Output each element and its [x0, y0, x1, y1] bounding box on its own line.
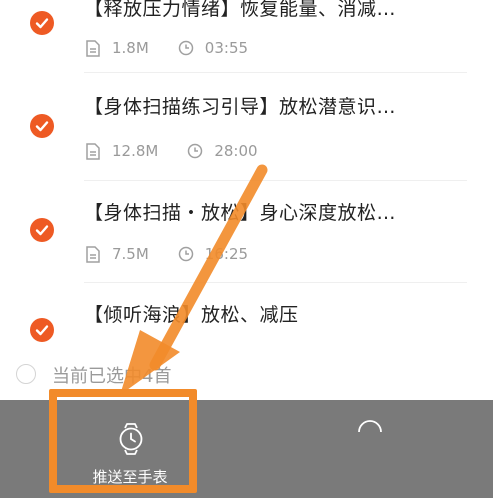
track-item[interactable]: 【释放压力情绪】恢复能量、消减… 1.8M 03:55 [0, 0, 493, 92]
track-meta: 12.8M 28:00 [84, 142, 258, 160]
file-icon [84, 142, 102, 160]
selection-status: 当前已选中4首 [52, 366, 172, 387]
track-title: 【身体扫描练习引导】放松潜意识… [84, 96, 397, 118]
clock-icon [177, 245, 195, 263]
clock-icon [177, 39, 195, 57]
push-to-watch-label: 推送至手表 [92, 468, 168, 486]
track-title: 【释放压力情绪】恢复能量、消减… [84, 0, 397, 20]
track-duration: 16:25 [204, 245, 249, 263]
check-circle-icon[interactable] [30, 318, 54, 342]
select-all-row[interactable]: 当前已选中4首 [0, 352, 493, 400]
track-duration: 28:00 [214, 142, 258, 160]
track-item[interactable]: 【身体扫描练习引导】放松潜意识… 12.8M 28:00 [0, 80, 493, 190]
track-meta: 1.8M 03:55 [84, 39, 248, 57]
track-size: 7.5M [112, 245, 149, 263]
divider [84, 282, 467, 283]
track-meta: 7.5M 16:25 [84, 245, 248, 263]
track-title: 【倾听海浪】放松、减压 [84, 304, 299, 326]
divider [84, 72, 467, 73]
track-title: 【身体扫描・放松】身心深度放松… [84, 202, 397, 224]
check-circle-icon[interactable] [30, 218, 54, 242]
divider [84, 180, 467, 181]
track-list: 【释放压力情绪】恢复能量、消减… 1.8M 03:55 【身体扫描练习引导】放松… [0, 0, 493, 400]
track-size: 1.8M [112, 39, 149, 57]
track-duration: 03:55 [204, 39, 249, 57]
select-all-radio[interactable] [16, 364, 36, 384]
clock-icon [186, 142, 204, 160]
circle-icon[interactable] [355, 414, 385, 444]
check-circle-icon[interactable] [30, 11, 54, 35]
bottom-action-bar: 推送至手表 [0, 400, 493, 498]
file-icon [84, 245, 102, 263]
track-size: 12.8M [112, 142, 159, 160]
push-to-watch-button[interactable]: 推送至手表 [60, 412, 200, 490]
watch-icon [119, 423, 143, 455]
file-icon [84, 39, 102, 57]
track-item[interactable]: 【身体扫描・放松】身心深度放松… 7.5M 16:25 [0, 190, 493, 300]
check-circle-icon[interactable] [30, 114, 54, 138]
